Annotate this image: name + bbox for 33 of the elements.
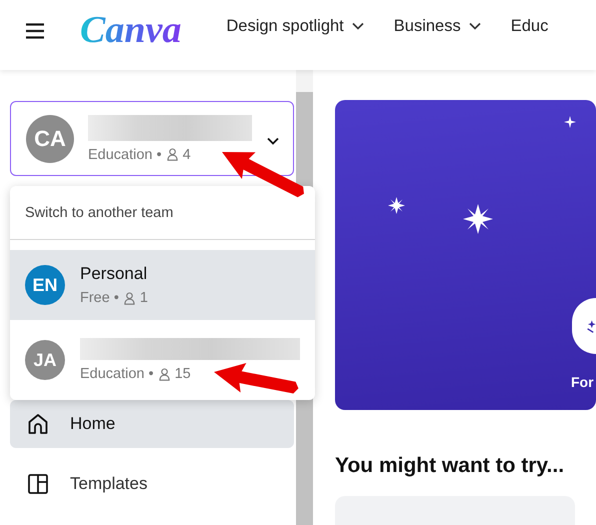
sidebar-item[interactable]: Templates <box>10 460 294 508</box>
nav-menu[interactable]: Educ <box>510 16 548 36</box>
section-heading: You might want to try... <box>335 454 566 478</box>
team-option[interactable]: JA Education • 15 <box>10 320 315 400</box>
sparkle-icon <box>388 197 405 214</box>
member-count: 4 <box>182 146 191 162</box>
team-plan: Education • <box>80 366 154 382</box>
team-name: Personal <box>80 264 148 284</box>
sparkle-icon <box>564 116 576 128</box>
person-icon <box>166 148 178 161</box>
team-avatar: CA <box>26 114 74 162</box>
sidebar-item[interactable]: Home <box>10 400 294 448</box>
team-plan: Education • <box>88 146 162 162</box>
layout-icon <box>26 472 50 496</box>
banner-caption: For <box>571 374 594 390</box>
team-plan: Free • <box>80 290 119 306</box>
caret-icon <box>468 22 481 30</box>
sparkle-icon <box>463 204 493 234</box>
person-icon <box>158 368 170 380</box>
team-switcher[interactable]: CA Education • 4 <box>10 101 294 176</box>
team-avatar: JA <box>25 340 65 380</box>
member-count: 1 <box>140 290 148 306</box>
person-icon <box>124 292 135 304</box>
team-option[interactable]: EN Personal Free • 1 <box>10 250 315 320</box>
nav-menu[interactable]: Business <box>394 16 481 36</box>
nav-menu[interactable]: Design spotlight <box>226 16 364 36</box>
feature-icon[interactable] <box>572 298 596 354</box>
chevron-icon <box>267 136 279 144</box>
home-icon <box>26 412 50 436</box>
member-count: 15 <box>174 366 191 382</box>
team-avatar: EN <box>25 265 65 305</box>
caret-icon <box>352 22 364 30</box>
menu-icon[interactable] <box>26 23 44 39</box>
